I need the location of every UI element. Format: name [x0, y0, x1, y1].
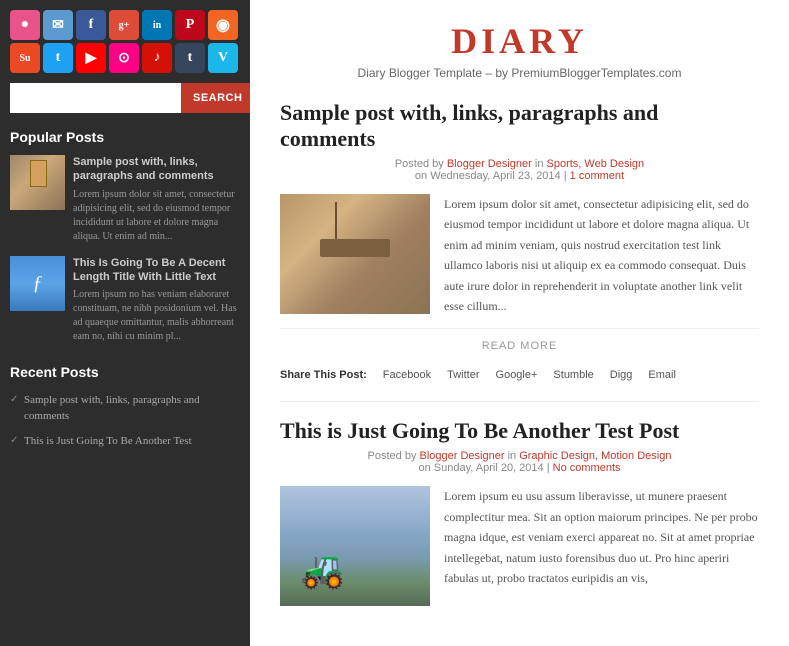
post-1-share-digg[interactable]: Digg	[610, 369, 633, 381]
post-1-meta: Posted by Blogger Designer in Sports, We…	[280, 158, 759, 182]
post-1-share-email[interactable]: Email	[648, 369, 676, 381]
flickr-icon[interactable]: ⊙	[109, 43, 139, 73]
youtube-icon[interactable]: ▶	[76, 43, 106, 73]
post-1-share-label: Share This Post:	[280, 369, 367, 381]
post-1-read-more-bar: READ MORE	[280, 328, 759, 361]
stumbleupon-icon[interactable]: Su	[10, 43, 40, 73]
post-2-body: Lorem ipsum eu usu assum liberavisse, ut…	[280, 486, 759, 606]
facebook-icon[interactable]: f	[76, 10, 106, 40]
post-2-meta: Posted by Blogger Designer in Graphic De…	[280, 450, 759, 474]
popular-post-item: ƒ This Is Going To Be A Decent Length Ti…	[10, 256, 240, 345]
post-2: This is Just Going To Be Another Test Po…	[280, 418, 759, 606]
search-input[interactable]	[10, 83, 181, 113]
popular-post-2-thumb: ƒ	[10, 256, 65, 311]
post-divider	[280, 401, 759, 402]
post-1-image	[280, 194, 430, 314]
tumblr-icon[interactable]: t	[175, 43, 205, 73]
popular-post-2-excerpt: Lorem ipsum no has veniam elaboraret con…	[73, 288, 240, 344]
recent-post-item[interactable]: This is Just Going To Be Another Test	[10, 431, 240, 452]
post-1-body: Lorem ipsum dolor sit amet, consectetur …	[280, 194, 759, 316]
post-2-excerpt: Lorem ipsum eu usu assum liberavisse, ut…	[444, 486, 759, 606]
post-2-title[interactable]: This is Just Going To Be Another Test Po…	[280, 418, 759, 444]
popular-post-1-text: Sample post with, links, paragraphs and …	[73, 155, 240, 244]
blog-title: DIARY	[280, 20, 759, 62]
post-1-date: Wednesday, April 23, 2014	[430, 170, 560, 182]
social-icons-bar: ● ✉ f g+ in P ◉ Su t ▶ ⊙ ♪ t V	[10, 10, 240, 73]
rss-icon[interactable]: ◉	[208, 10, 238, 40]
sidebar: ● ✉ f g+ in P ◉ Su t ▶ ⊙ ♪ t V SEARCH Po…	[0, 0, 250, 646]
post-1-share-bar: Share This Post: Facebook Twitter Google…	[280, 369, 759, 381]
post-2-author[interactable]: Blogger Designer	[420, 450, 505, 462]
post-1-categories[interactable]: Sports, Web Design	[547, 158, 645, 170]
main-content: DIARY Diary Blogger Template – by Premiu…	[250, 0, 789, 646]
linkedin-icon[interactable]: in	[142, 10, 172, 40]
flag-icon: ƒ	[33, 272, 43, 295]
post-2-comments[interactable]: No comments	[553, 462, 621, 474]
twitter-icon[interactable]: t	[43, 43, 73, 73]
popular-post-1-thumb	[10, 155, 65, 210]
search-bar: SEARCH	[10, 83, 240, 113]
popular-post-1-excerpt: Lorem ipsum dolor sit amet, consectetur …	[73, 188, 240, 244]
post-1-share-facebook[interactable]: Facebook	[383, 369, 431, 381]
post-2-date: Sunday, April 20, 2014	[434, 462, 544, 474]
popular-post-2-title[interactable]: This Is Going To Be A Decent Length Titl…	[73, 256, 240, 285]
post-1-share-googleplus[interactable]: Google+	[496, 369, 538, 381]
post-2-categories[interactable]: Graphic Design, Motion Design	[519, 450, 671, 462]
popular-post-item: Sample post with, links, paragraphs and …	[10, 155, 240, 244]
post-1-share-twitter[interactable]: Twitter	[447, 369, 479, 381]
googleplus-icon[interactable]: g+	[109, 10, 139, 40]
post-1: Sample post with, links, paragraphs and …	[280, 100, 759, 381]
recent-posts-section: Recent Posts Sample post with, links, pa…	[10, 364, 240, 452]
lastfm-icon[interactable]: ♪	[142, 43, 172, 73]
email-icon[interactable]: ✉	[43, 10, 73, 40]
popular-post-1-title[interactable]: Sample post with, links, paragraphs and …	[73, 155, 240, 184]
post-1-excerpt: Lorem ipsum dolor sit amet, consectetur …	[444, 194, 759, 316]
vimeo-icon[interactable]: V	[208, 43, 238, 73]
dribbble-icon[interactable]: ●	[10, 10, 40, 40]
popular-posts-title: Popular Posts	[10, 129, 240, 145]
post-1-title[interactable]: Sample post with, links, paragraphs and …	[280, 100, 759, 152]
post-1-share-stumble[interactable]: Stumble	[553, 369, 593, 381]
post-1-read-more[interactable]: READ MORE	[482, 340, 558, 352]
popular-post-2-text: This Is Going To Be A Decent Length Titl…	[73, 256, 240, 345]
post-1-comments[interactable]: 1 comment	[570, 170, 624, 182]
post-1-author[interactable]: Blogger Designer	[447, 158, 532, 170]
recent-post-item[interactable]: Sample post with, links, paragraphs and …	[10, 390, 240, 427]
post-2-image	[280, 486, 430, 606]
recent-posts-title: Recent Posts	[10, 364, 240, 380]
popular-posts-section: Popular Posts Sample post with, links, p…	[10, 129, 240, 344]
blog-subtitle: Diary Blogger Template – by PremiumBlogg…	[280, 66, 759, 80]
pinterest-icon[interactable]: P	[175, 10, 205, 40]
search-button[interactable]: SEARCH	[181, 83, 254, 113]
